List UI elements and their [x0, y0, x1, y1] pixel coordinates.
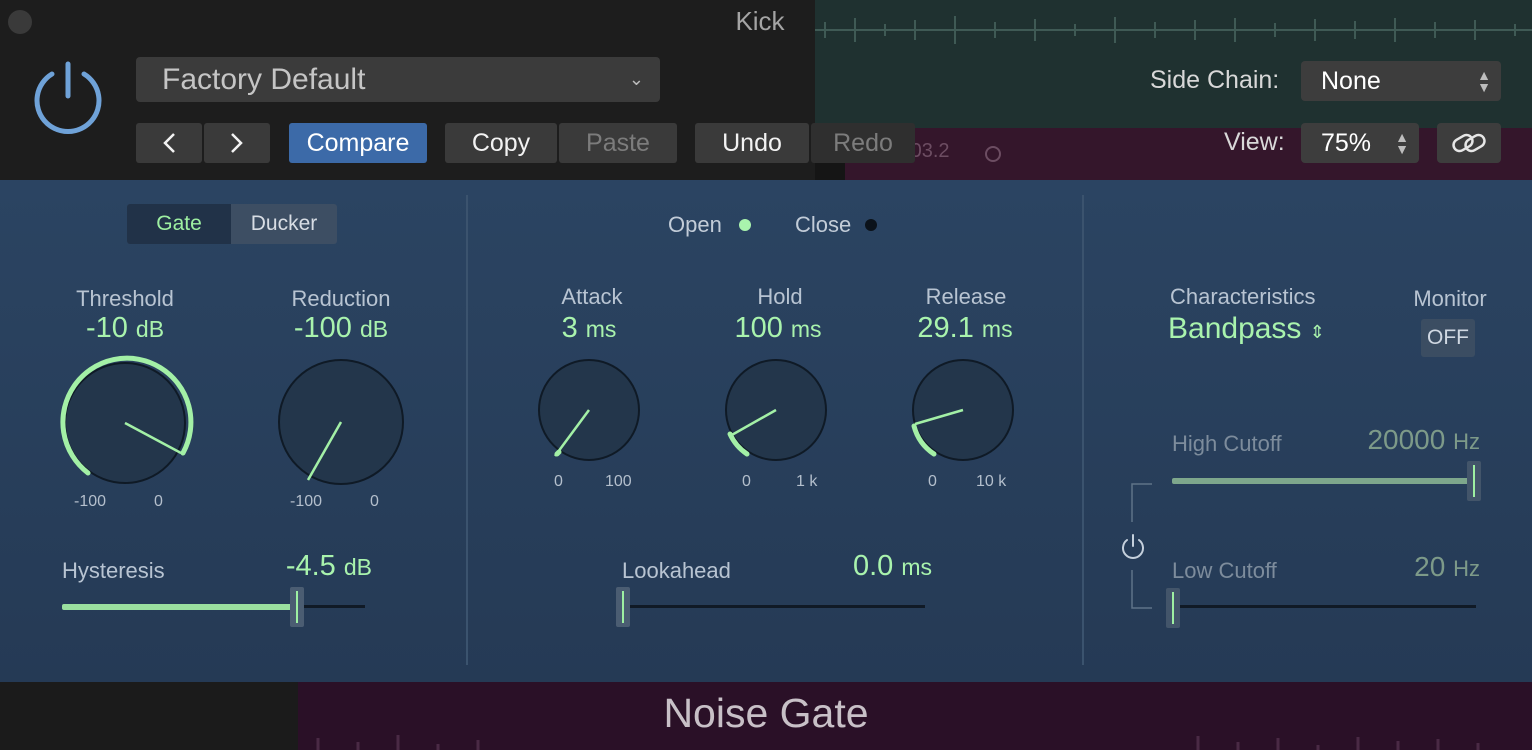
hysteresis-slider-handle[interactable]: [290, 587, 304, 627]
open-indicator-dot: [739, 219, 751, 231]
attack-value: 3 ms: [561, 312, 617, 344]
threshold-max: 0: [154, 493, 163, 510]
threshold-min: -100: [74, 493, 107, 510]
preset-menu[interactable]: Factory Default ⌄: [136, 57, 660, 102]
hysteresis-value: -4.5 dB: [285, 550, 372, 582]
updown-arrows-icon: ▲ ▼: [1395, 129, 1409, 157]
low-cutoff-slider-handle[interactable]: [1166, 588, 1180, 628]
hold-min: 0: [742, 473, 751, 490]
threshold-value: -10 dB: [85, 312, 165, 344]
undo-button[interactable]: Undo: [695, 123, 809, 163]
attack-max: 100: [605, 473, 632, 490]
paste-button[interactable]: Paste: [559, 123, 677, 163]
view-label: View:: [1224, 128, 1285, 156]
redo-button[interactable]: Redo: [811, 123, 915, 163]
characteristics-label: Characteristics: [1170, 284, 1316, 309]
attack-min: 0: [554, 473, 563, 490]
threshold-knob[interactable]: [55, 355, 195, 495]
side-chain-select[interactable]: None ▲ ▼: [1301, 61, 1501, 101]
release-label: Release: [925, 284, 1007, 309]
characteristics-value: Bandpass: [1168, 312, 1302, 345]
hold-value: 100 ms: [734, 312, 822, 344]
low-cutoff-slider-track[interactable]: [1172, 605, 1476, 608]
plugin-name: Noise Gate: [663, 690, 869, 736]
ducker-mode-button[interactable]: Ducker: [231, 204, 337, 244]
waveform: [815, 16, 1532, 44]
high-cutoff-label: High Cutoff: [1172, 431, 1282, 456]
next-preset-button[interactable]: [204, 123, 270, 163]
reduction-min: -100: [290, 493, 323, 510]
close-indicator-dot: [865, 219, 877, 231]
compare-button[interactable]: Compare: [289, 123, 427, 163]
hysteresis-label: Hysteresis: [62, 558, 165, 583]
release-max: 10 k: [976, 473, 1007, 490]
reduction-knob[interactable]: [276, 358, 406, 488]
hold-max: 1 k: [796, 473, 818, 490]
release-value: 29.1 ms: [917, 312, 1013, 344]
side-chain-label: Side Chain:: [1150, 66, 1280, 94]
updown-arrows-icon: ⇕: [1309, 322, 1325, 342]
preset-name: Factory Default: [162, 63, 366, 96]
hold-knob[interactable]: [722, 358, 830, 466]
hysteresis-slider-fill: [62, 604, 297, 610]
low-cutoff-label: Low Cutoff: [1172, 558, 1277, 583]
high-cutoff-slider-handle[interactable]: [1467, 461, 1481, 501]
section-divider: [466, 195, 468, 665]
view-select[interactable]: 75% ▲ ▼: [1301, 123, 1419, 163]
chevron-down-icon: ⌄: [628, 69, 644, 89]
attack-label: Attack: [561, 284, 623, 309]
previous-preset-button[interactable]: [136, 123, 202, 163]
release-knob[interactable]: [909, 358, 1017, 466]
characteristics-select[interactable]: Bandpass ⇕: [1168, 312, 1325, 346]
power-icon[interactable]: [30, 60, 106, 136]
reduction-label: Reduction: [291, 286, 391, 311]
reduction-value: -100 dB: [293, 312, 389, 344]
updown-arrows-icon: ▲ ▼: [1477, 67, 1491, 95]
chevron-right-icon: [231, 133, 243, 153]
copy-button[interactable]: Copy: [445, 123, 557, 163]
filter-power-icon[interactable]: [1118, 532, 1148, 562]
section-divider: [1082, 195, 1084, 665]
chevron-left-icon: [163, 133, 175, 153]
monitor-button[interactable]: OFF: [1421, 319, 1475, 357]
threshold-label: Threshold: [76, 286, 174, 311]
side-chain-value: None: [1321, 67, 1381, 95]
window-title: Kick: [735, 6, 785, 36]
hold-label: Hold: [757, 284, 803, 309]
attack-knob[interactable]: [535, 358, 643, 466]
window-close-button[interactable]: [8, 10, 32, 34]
record-indicator-icon: [985, 146, 1001, 162]
low-cutoff-value: 20 Hz: [1414, 551, 1480, 582]
high-cutoff-value: 20000 Hz: [1367, 424, 1480, 455]
open-indicator-label: Open: [668, 212, 722, 237]
lookahead-value: 0.0 ms: [852, 550, 932, 582]
reduction-max: 0: [370, 493, 379, 510]
gate-mode-button[interactable]: Gate: [127, 204, 231, 244]
link-icon: [1452, 133, 1486, 153]
link-button[interactable]: [1437, 123, 1501, 163]
release-min: 0: [928, 473, 937, 490]
view-value: 75%: [1321, 129, 1372, 157]
lookahead-slider-track[interactable]: [622, 605, 925, 608]
lookahead-label: Lookahead: [622, 558, 731, 583]
lookahead-slider-handle[interactable]: [616, 587, 630, 627]
high-cutoff-slider-fill[interactable]: [1172, 478, 1476, 484]
mode-selector[interactable]: Gate Ducker: [127, 204, 337, 244]
close-indicator-label: Close: [795, 212, 852, 237]
monitor-label: Monitor: [1413, 286, 1487, 311]
